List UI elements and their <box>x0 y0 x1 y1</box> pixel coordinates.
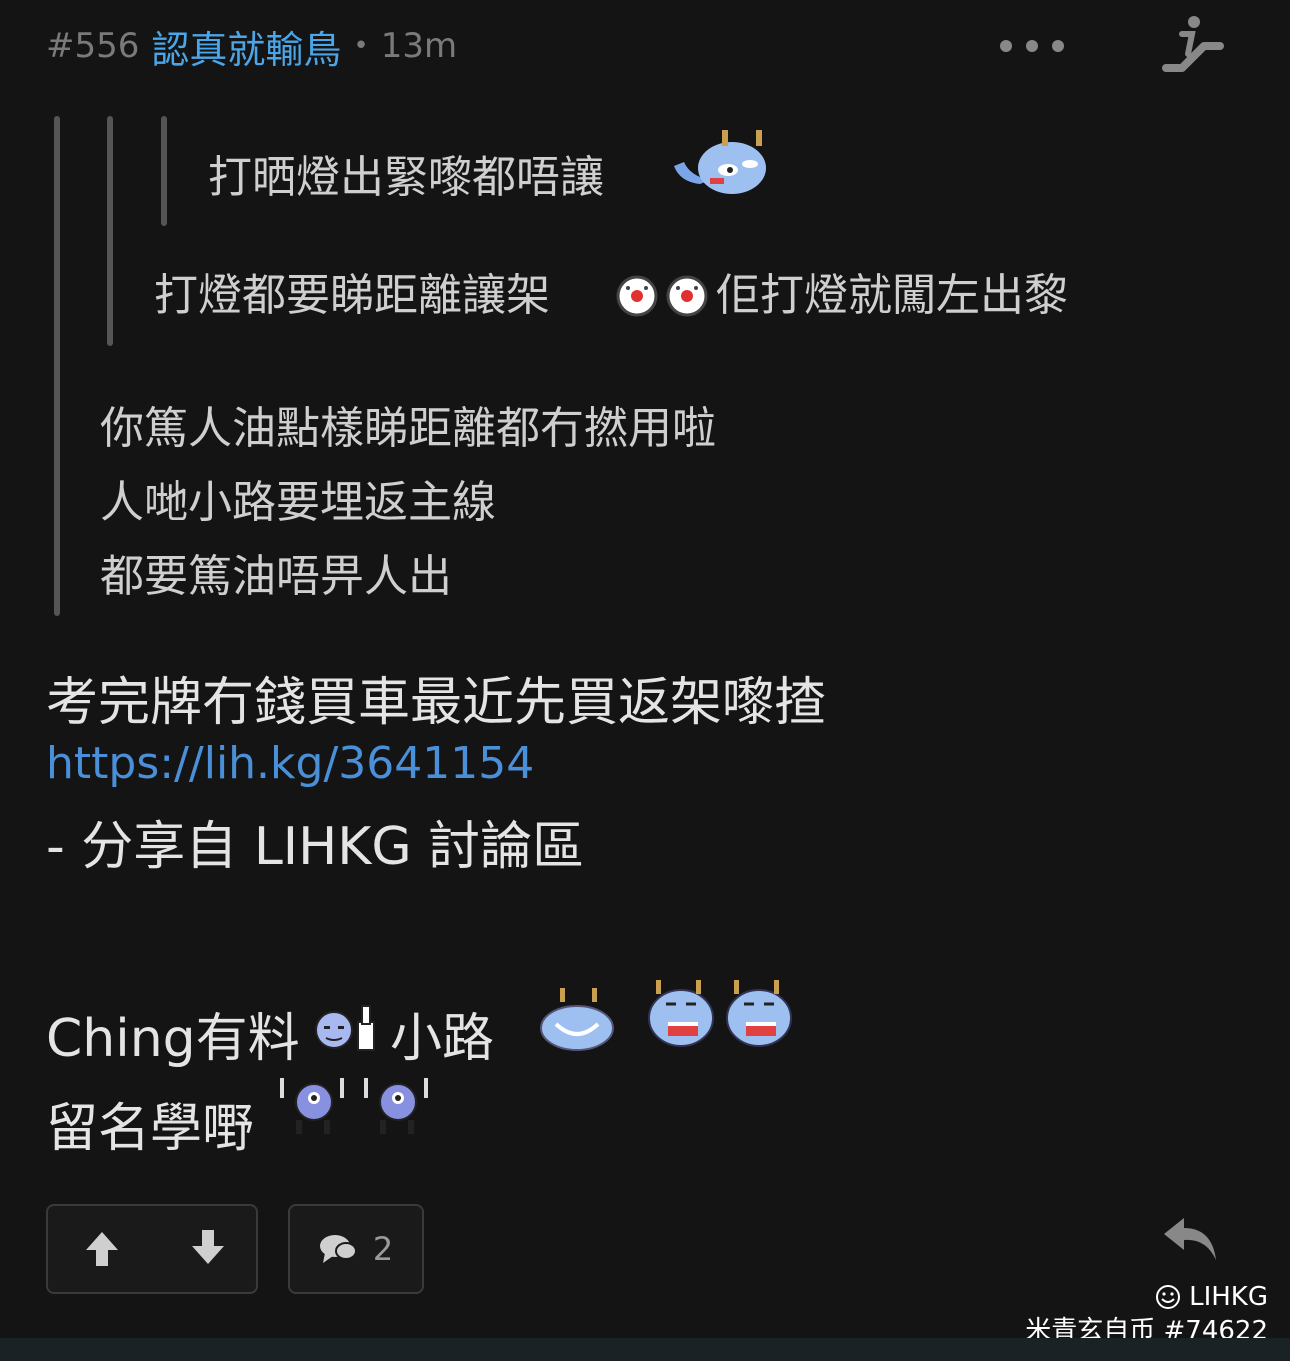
dragon-sticker-icon <box>674 130 766 194</box>
quote-level2-text-after: 佢打燈就闖左出黎 <box>716 270 1068 321</box>
red-nose-face-icon <box>616 275 658 317</box>
share-link[interactable]: https://lih.kg/3641154 <box>46 738 534 789</box>
quote-level3-text: 打晒燈出緊嚟都唔讓 <box>208 152 604 203</box>
bottom-strip <box>0 1338 1290 1361</box>
comment-button[interactable]: 2 <box>288 1204 424 1294</box>
dragon-grin-icon <box>726 980 792 1047</box>
smiley-icon <box>1155 1285 1180 1309</box>
post-time: 13m <box>380 26 458 66</box>
comment-bubble-icon <box>319 1235 357 1263</box>
quote-level3: 打晒燈出緊嚟都唔讓 <box>208 156 604 200</box>
arrow-up-icon[interactable] <box>84 1228 120 1268</box>
post-number: #556 <box>46 26 140 66</box>
body-text-ching: Ching有料 <box>46 1009 300 1069</box>
quote-bar-level3 <box>161 116 167 226</box>
red-nose-face-icon <box>666 275 708 317</box>
post-body-line: 考完牌冇錢買車最近先買返架嚟揸 <box>46 673 827 733</box>
post-body-line: - 分享自 LIHKG 討論區 <box>46 817 585 877</box>
lifting-monster-icon <box>364 1078 428 1134</box>
quote-level2-after: 佢打燈就闖左出黎 <box>716 274 1068 318</box>
quote-level1-line: 都要篤油唔畀人出 <box>100 551 452 602</box>
separator-dot: • <box>353 31 369 61</box>
vote-box <box>46 1204 258 1294</box>
post-body-line-emoji-2: 小路 <box>390 996 494 1071</box>
quote-bar-level1 <box>54 116 60 616</box>
quote-level1-line: 人哋小路要埋返主線 <box>100 477 496 528</box>
post-body-line-emoji: Ching有料 <box>46 996 300 1071</box>
body-text-xiaolu: 小路 <box>390 1009 495 1069</box>
post-body-line: 留名學嘢 <box>46 1099 255 1159</box>
lifting-monster-icon <box>280 1078 344 1134</box>
more-dots-icon[interactable] <box>1000 26 1064 66</box>
thumbs-up-face-icon <box>315 1005 375 1051</box>
quote-bar-level2 <box>107 116 113 346</box>
post-header: #556 認真就輸鳥 • 13m <box>46 18 457 74</box>
quote-level2-text-before: 打燈都要睇距離讓架 <box>154 270 550 321</box>
arrow-down-icon[interactable] <box>190 1228 226 1268</box>
dragon-laugh-icon <box>540 988 614 1051</box>
escalator-icon[interactable] <box>1160 14 1226 74</box>
comment-count: 2 <box>372 1230 394 1268</box>
reply-icon[interactable] <box>1160 1214 1220 1264</box>
quote-level1-line: 你篤人油點樣睇距離都冇撚用啦 <box>100 403 716 454</box>
watermark-brand-line: LIHKG <box>1025 1280 1268 1314</box>
watermark-brand: LIHKG <box>1189 1282 1268 1312</box>
username-link[interactable]: 認真就輸鳥 <box>151 19 341 74</box>
dragon-grin-icon <box>648 980 714 1047</box>
quote-level2: 打燈都要睇距離讓架 <box>154 274 550 318</box>
